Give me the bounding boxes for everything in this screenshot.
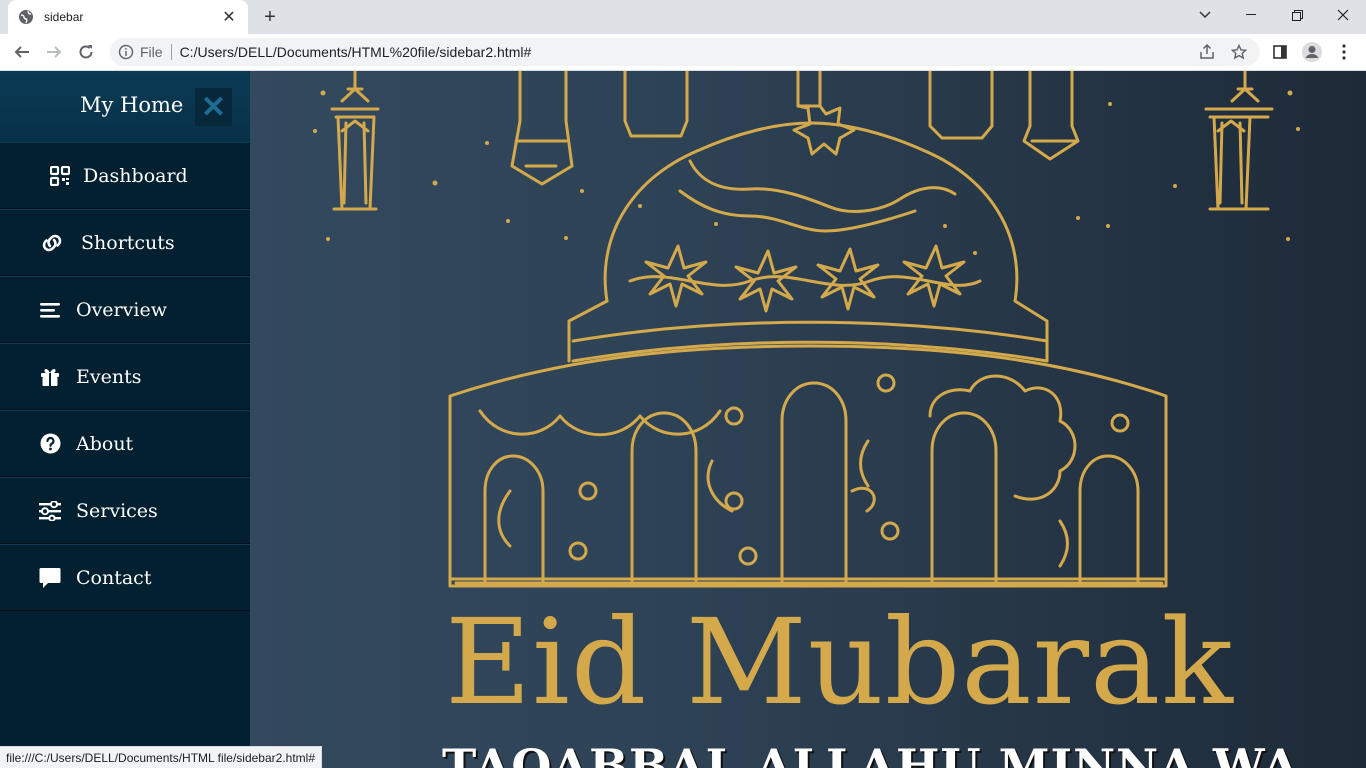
comment-icon xyxy=(38,566,62,590)
eid-banner: Eid Mubarak TAQABBAL ALLAHU MINNA WA xyxy=(250,71,1366,768)
link-icon xyxy=(40,231,64,255)
sidebar-item-label: Shortcuts xyxy=(81,231,175,254)
menu-kebab-icon[interactable] xyxy=(1330,38,1358,66)
scheme-label: File xyxy=(140,44,172,60)
question-circle-icon xyxy=(38,432,62,456)
minimize-button[interactable] xyxy=(1228,0,1274,30)
reload-button[interactable] xyxy=(72,38,100,66)
sidebar-header: My Home ✕ xyxy=(0,71,250,142)
hero-subheading: TAQABBAL ALLAHU MINNA WA xyxy=(442,739,1300,768)
profile-avatar-icon[interactable] xyxy=(1298,38,1326,66)
sidebar-item-label: Events xyxy=(76,365,142,388)
gift-icon xyxy=(38,365,62,389)
sidebar-item-label: Services xyxy=(76,499,158,522)
page-viewport: Eid Mubarak TAQABBAL ALLAHU MINNA WA My … xyxy=(0,71,1366,768)
sidebar-item-label: Dashboard xyxy=(83,164,188,187)
share-icon[interactable] xyxy=(1194,38,1220,66)
sidebar-item-label: Contact xyxy=(76,566,152,589)
sidebar-brand[interactable]: My Home xyxy=(80,93,183,117)
forward-button[interactable] xyxy=(40,38,68,66)
status-bubble: file:///C:/Users/DELL/Documents/HTML fil… xyxy=(0,746,322,768)
sidebar-item-label: About xyxy=(76,432,134,455)
sidebar-item-about[interactable]: About xyxy=(0,410,250,477)
bookmark-star-icon[interactable] xyxy=(1226,38,1252,66)
sidebar-item-contact[interactable]: Contact xyxy=(0,544,250,611)
info-icon[interactable] xyxy=(118,44,134,60)
restore-button[interactable] xyxy=(1274,0,1320,30)
globe-icon xyxy=(18,9,34,25)
url-text: C:/Users/DELL/Documents/HTML%20file/side… xyxy=(179,44,532,60)
tab-search-icon[interactable] xyxy=(1182,0,1228,30)
back-button[interactable] xyxy=(8,38,36,66)
sliders-icon xyxy=(38,499,62,523)
browser-tab[interactable]: sidebar ✕ xyxy=(8,0,248,34)
new-tab-button[interactable]: + xyxy=(258,5,282,29)
side-panel-icon[interactable] xyxy=(1266,38,1294,66)
sidebar-item-dashboard[interactable]: Dashboard xyxy=(0,142,250,209)
hero-heading: Eid Mubarak xyxy=(445,593,1234,731)
sidebar-item-label: Overview xyxy=(76,298,167,321)
close-icon[interactable]: ✕ xyxy=(195,88,232,126)
qrcode-icon xyxy=(48,164,72,188)
bars-icon xyxy=(38,298,62,322)
browser-toolbar: File C:/Users/DELL/Documents/HTML%20file… xyxy=(0,34,1366,71)
tab-close-icon[interactable]: ✕ xyxy=(220,8,238,26)
sidebar-item-shortcuts[interactable]: Shortcuts xyxy=(0,209,250,276)
address-bar[interactable]: File C:/Users/DELL/Documents/HTML%20file… xyxy=(110,38,1260,66)
sidebar-item-overview[interactable]: Overview xyxy=(0,276,250,343)
close-window-button[interactable] xyxy=(1320,0,1366,30)
sidebar: My Home ✕ Dashboard Shortcuts Overview E… xyxy=(0,71,250,768)
sidebar-item-events[interactable]: Events xyxy=(0,343,250,410)
sidebar-item-services[interactable]: Services xyxy=(0,477,250,544)
tab-title: sidebar xyxy=(44,10,84,24)
tab-strip: sidebar ✕ + xyxy=(0,0,1366,34)
